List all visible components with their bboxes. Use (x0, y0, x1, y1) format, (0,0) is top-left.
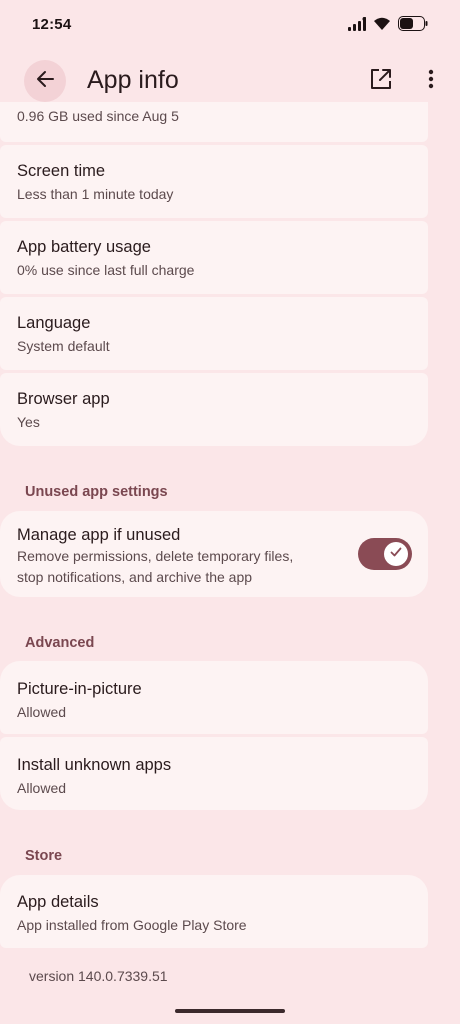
storage-item[interactable]: 0.96 GB used since Aug 5 (0, 102, 428, 142)
screen-time-item[interactable]: Screen time Less than 1 minute today (0, 145, 428, 218)
picture-in-picture-title: Picture-in-picture (17, 680, 142, 698)
language-title: Language (17, 314, 91, 332)
install-unknown-apps-title: Install unknown apps (17, 756, 172, 774)
app-details-item[interactable]: App details App installed from Google Pl… (0, 875, 428, 948)
signal-icon (348, 16, 366, 31)
app-info-screen: 12:54 App info 0.96 GB used since Aug 5 … (0, 0, 460, 1024)
manage-if-unused-summary-line1: Remove permissions, delete temporary fil… (17, 548, 294, 564)
version-text: version 140.0.7339.51 (29, 968, 168, 984)
browser-app-summary: Yes (17, 414, 40, 430)
section-header-unused: Unused app settings (25, 484, 168, 500)
manage-if-unused-toggle[interactable] (358, 538, 412, 570)
language-item[interactable]: Language System default (0, 297, 428, 370)
browser-app-title: Browser app (17, 390, 110, 408)
install-unknown-apps-item[interactable]: Install unknown apps Allowed (0, 737, 428, 810)
gesture-navigation-bar[interactable] (175, 1009, 285, 1013)
screen-time-summary: Less than 1 minute today (17, 186, 174, 202)
manage-if-unused-summary-line2: stop notifications, and archive the app (17, 569, 253, 585)
battery-usage-title: App battery usage (17, 238, 151, 256)
browser-app-item[interactable]: Browser app Yes (0, 373, 428, 446)
battery-usage-item[interactable]: App battery usage 0% use since last full… (0, 221, 428, 294)
screen-time-title: Screen time (17, 162, 106, 180)
settings-list: 0.96 GB used since Aug 5 Screen time Les… (0, 102, 460, 1024)
manage-if-unused-title: Manage app if unused (17, 526, 181, 544)
app-details-title: App details (17, 893, 99, 911)
more-options-button[interactable] (416, 66, 446, 96)
section-header-advanced: Advanced (25, 635, 95, 651)
status-icons (348, 16, 428, 31)
picture-in-picture-summary: Allowed (17, 704, 67, 720)
arrow-back-icon (35, 69, 55, 94)
storage-summary: 0.96 GB used since Aug 5 (17, 108, 179, 124)
page-title: App info (87, 66, 179, 94)
open-in-new-icon (370, 68, 392, 95)
status-bar: 12:54 (0, 0, 460, 52)
manage-if-unused-item[interactable]: Manage app if unused Remove permissions,… (0, 511, 428, 597)
wifi-icon (372, 16, 392, 31)
check-icon (389, 545, 403, 564)
top-app-bar: App info (0, 58, 460, 104)
back-button[interactable] (24, 60, 66, 102)
install-unknown-apps-summary: Allowed (17, 780, 67, 796)
picture-in-picture-item[interactable]: Picture-in-picture Allowed (0, 661, 428, 734)
status-time: 12:54 (32, 16, 72, 33)
section-header-store: Store (25, 848, 63, 864)
open-app-button[interactable] (366, 66, 396, 96)
language-summary: System default (17, 338, 110, 354)
toggle-knob (384, 542, 408, 566)
more-vert-icon (428, 69, 434, 94)
battery-usage-summary: 0% use since last full charge (17, 262, 195, 278)
battery-icon (398, 16, 428, 31)
app-details-summary: App installed from Google Play Store (17, 917, 247, 933)
